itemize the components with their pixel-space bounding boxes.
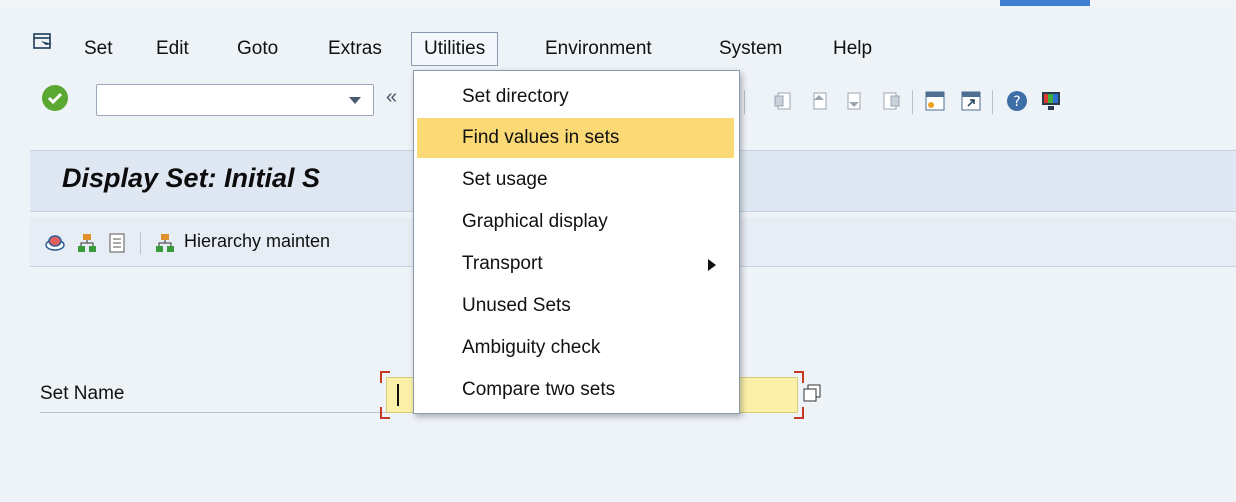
required-bracket-top-left bbox=[380, 371, 390, 383]
menu-item-set-usage[interactable]: Set usage bbox=[414, 160, 739, 200]
menu-help[interactable]: Help bbox=[831, 34, 874, 64]
collapse-command-field-icon[interactable]: « bbox=[386, 86, 397, 109]
submenu-arrow-icon bbox=[708, 259, 716, 271]
menu-item-graphical-display[interactable]: Graphical display bbox=[414, 202, 739, 242]
previous-page-icon[interactable] bbox=[808, 90, 830, 112]
menu-item-label: Graphical display bbox=[462, 211, 608, 232]
toolbar-separator bbox=[912, 90, 913, 114]
menu-edit[interactable]: Edit bbox=[154, 34, 191, 64]
multiple-selection-icon[interactable] bbox=[802, 383, 822, 403]
menu-goto[interactable]: Goto bbox=[235, 34, 280, 64]
first-page-icon[interactable] bbox=[772, 90, 794, 112]
create-shortcut-icon[interactable] bbox=[960, 90, 982, 112]
menu-item-ambiguity-check[interactable]: Ambiguity check bbox=[414, 328, 739, 368]
required-bracket-bottom-left bbox=[380, 407, 390, 419]
help-icon[interactable]: ? bbox=[1006, 90, 1028, 112]
window-top-strip bbox=[0, 0, 1236, 6]
menu-bar: Set Edit Goto Extras Utilities Environme… bbox=[0, 28, 1236, 70]
required-bracket-top-right bbox=[794, 371, 804, 383]
toolbar-separator bbox=[744, 90, 745, 114]
required-bracket-bottom-right bbox=[794, 407, 804, 419]
hierarchy-structure-icon[interactable] bbox=[76, 232, 98, 254]
toolbar-separator bbox=[992, 90, 993, 114]
document-icon[interactable] bbox=[106, 232, 128, 254]
menu-item-compare-two-sets[interactable]: Compare two sets bbox=[414, 370, 739, 410]
menu-item-set-directory[interactable]: Set directory bbox=[414, 77, 739, 117]
menu-set[interactable]: Set bbox=[82, 34, 115, 64]
command-field[interactable] bbox=[96, 84, 374, 116]
menu-system[interactable]: System bbox=[717, 34, 784, 64]
menu-utilities[interactable]: Utilities bbox=[411, 32, 499, 66]
menu-item-label: Compare two sets bbox=[462, 379, 616, 400]
page-title: Display Set: Initial S bbox=[62, 163, 321, 193]
menu-item-find-values-in-sets[interactable]: Find values in sets bbox=[417, 118, 734, 158]
focus-accent-bar bbox=[1000, 0, 1090, 6]
menu-item-label: Find values in sets bbox=[462, 127, 620, 148]
other-set-icon[interactable] bbox=[44, 232, 66, 254]
menu-item-label: Transport bbox=[462, 253, 543, 274]
command-history-dropdown-icon[interactable] bbox=[349, 97, 361, 104]
hierarchy-maintenance-button[interactable]: Hierarchy mainten bbox=[184, 231, 330, 252]
new-session-icon[interactable] bbox=[924, 90, 946, 112]
menu-item-label: Set directory bbox=[462, 86, 569, 107]
set-name-label: Set Name bbox=[40, 383, 125, 404]
utilities-dropdown-menu: Set directory Find values in sets Set us… bbox=[413, 70, 740, 414]
menu-extras[interactable]: Extras bbox=[326, 34, 384, 64]
hierarchy-maintenance-icon[interactable] bbox=[154, 232, 176, 254]
svg-text:?: ? bbox=[1013, 94, 1020, 110]
last-page-icon[interactable] bbox=[880, 90, 902, 112]
next-page-icon[interactable] bbox=[844, 90, 866, 112]
menu-environment[interactable]: Environment bbox=[543, 34, 654, 64]
menu-item-label: Unused Sets bbox=[462, 295, 571, 316]
menu-item-transport[interactable]: Transport bbox=[414, 244, 739, 284]
confirm-check-icon[interactable] bbox=[42, 85, 68, 111]
menu-item-label: Ambiguity check bbox=[462, 337, 601, 358]
customize-layout-icon[interactable] bbox=[1040, 90, 1062, 112]
toolbar-separator bbox=[140, 232, 141, 254]
text-cursor bbox=[397, 384, 399, 406]
system-menu-icon[interactable] bbox=[32, 32, 54, 52]
menu-item-label: Set usage bbox=[462, 169, 548, 190]
label-underline bbox=[40, 412, 400, 413]
menu-item-unused-sets[interactable]: Unused Sets bbox=[414, 286, 739, 326]
